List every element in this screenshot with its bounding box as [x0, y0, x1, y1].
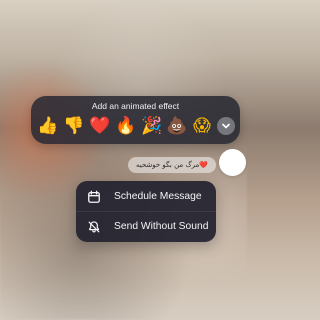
- emoji-reaction-row: 👍 👎 ❤️ 🔥 🎉 💩 😱: [35, 115, 238, 139]
- send-without-sound-item[interactable]: Send Without Sound: [76, 212, 216, 242]
- message-action-menu: Schedule Message Send Without Sound: [76, 181, 216, 242]
- face-with-hand-icon[interactable]: 😱: [191, 115, 213, 137]
- effect-panel-title: Add an animated effect: [91, 101, 180, 111]
- poop-icon[interactable]: 💩: [166, 115, 188, 137]
- schedule-message-item[interactable]: Schedule Message: [76, 182, 216, 212]
- expand-effects-button[interactable]: [217, 117, 235, 135]
- animated-effect-panel: Add an animated effect 👍 👎 ❤️ 🔥 🎉 💩 😱: [31, 96, 240, 144]
- fire-icon[interactable]: 🔥: [115, 115, 137, 137]
- heart-icon[interactable]: ❤️: [89, 115, 111, 137]
- bell-slash-icon: [88, 221, 100, 233]
- message-preview: ❤️مرگ من بگو خوشحیه: [128, 149, 246, 178]
- thumbs-up-icon[interactable]: 👍: [37, 115, 59, 137]
- calendar-icon: [88, 190, 100, 203]
- thumbs-down-icon[interactable]: 👎: [63, 115, 85, 137]
- party-popper-icon[interactable]: 🎉: [141, 115, 163, 137]
- send-without-sound-label: Send Without Sound: [114, 221, 209, 232]
- schedule-message-label: Schedule Message: [114, 191, 202, 202]
- avatar[interactable]: [219, 149, 246, 176]
- chevron-down-icon: [222, 123, 230, 129]
- message-bubble[interactable]: ❤️مرگ من بگو خوشحیه: [128, 157, 216, 173]
